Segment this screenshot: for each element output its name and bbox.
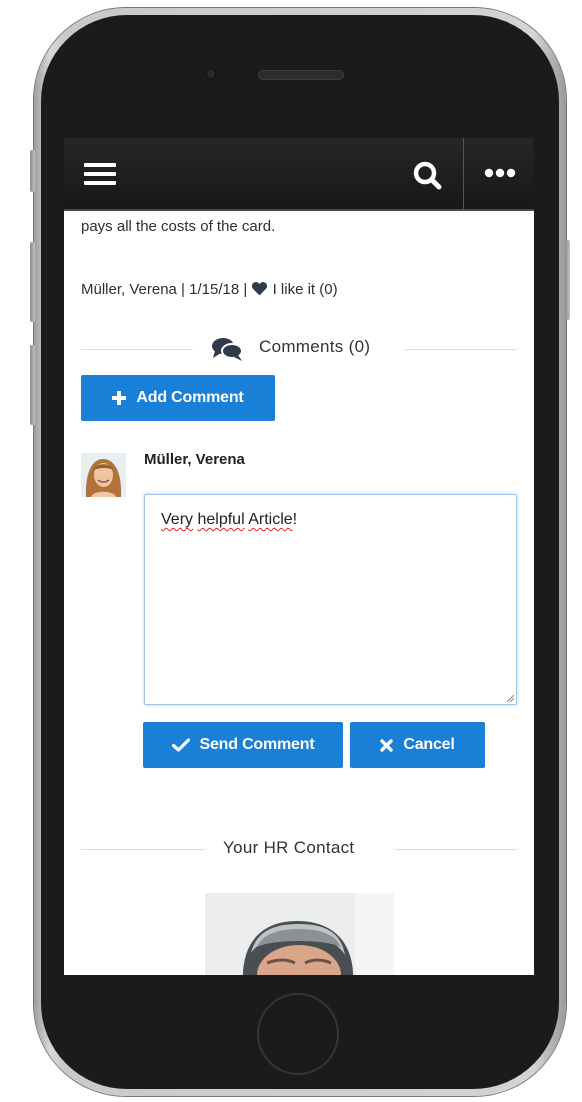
checkmark-icon (171, 738, 190, 752)
comment-text-word-1: Very (161, 511, 194, 528)
close-icon (380, 738, 394, 752)
hamburger-menu-icon[interactable] (84, 163, 116, 189)
resize-grip-icon[interactable] (506, 694, 514, 702)
home-button[interactable] (257, 993, 339, 1075)
earpiece-speaker (258, 70, 344, 80)
volume-down-button (30, 345, 35, 425)
plus-icon (112, 391, 127, 405)
comments-divider-right (405, 349, 517, 350)
front-camera (205, 68, 217, 80)
send-comment-label: Send Comment (199, 736, 315, 753)
more-options-button[interactable] (463, 138, 534, 209)
mute-switch (30, 150, 35, 192)
more-horizontal-icon (484, 168, 516, 178)
send-comment-button[interactable]: Send Comment (143, 722, 343, 768)
heart-icon (252, 282, 268, 296)
hr-divider-right (395, 849, 517, 850)
add-comment-button[interactable]: Add Comment (81, 375, 275, 421)
volume-up-button (30, 242, 35, 322)
article-author-date: Müller, Verena | 1/15/18 | (81, 281, 252, 298)
app-screen: pays all the costs of the card. Müller, … (64, 138, 534, 975)
top-navbar (64, 138, 534, 211)
article-body-text: pays all the costs of the card. (81, 218, 276, 235)
like-label: I like it (0) (268, 281, 338, 298)
comment-textarea[interactable]: Very helpful Article! (144, 494, 517, 705)
add-comment-label: Add Comment (136, 389, 244, 406)
hr-contact-heading: Your HR Contact (223, 838, 355, 857)
article-meta: Müller, Verena | 1/15/18 | I like it (0) (81, 281, 338, 298)
comments-heading: Comments (0) (259, 337, 371, 356)
comments-divider-left (81, 349, 193, 350)
power-button (565, 240, 570, 320)
comment-text-word-3: Article (248, 511, 293, 528)
comment-text-suffix: ! (292, 511, 298, 528)
cancel-button[interactable]: Cancel (350, 722, 485, 768)
search-icon[interactable] (410, 158, 446, 194)
comment-author-name: Müller, Verena (144, 451, 245, 468)
hr-divider-left (81, 849, 205, 850)
user-avatar (81, 453, 126, 497)
comments-icon (212, 338, 243, 361)
comment-text-word-2: helpful (197, 511, 245, 528)
cancel-label: Cancel (403, 736, 455, 753)
hr-contact-photo (205, 893, 394, 975)
like-button[interactable]: I like it (0) (251, 281, 338, 298)
